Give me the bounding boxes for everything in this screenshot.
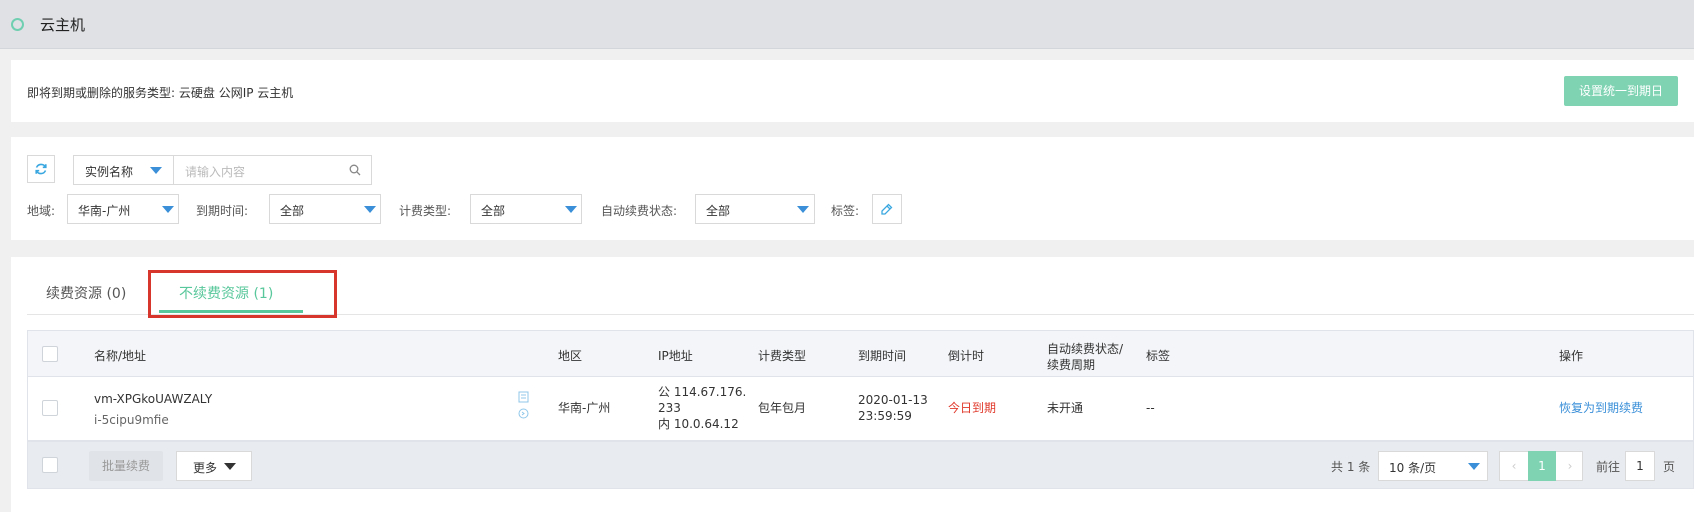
col-name: 名称/地址 [94,349,147,363]
chevron-down-icon [797,206,809,213]
page-size-value: 10 条/页 [1389,461,1437,475]
region-label: 地域: [27,204,56,218]
billing-select[interactable]: 全部 [470,194,582,224]
row-billing: 包年包月 [758,401,807,415]
col-expire: 到期时间 [858,349,907,363]
col-action: 操作 [1559,349,1584,363]
row-ip-public-line1: 公 114.67.176. [658,385,747,399]
row-ip-public-line2: 233 [658,401,681,415]
refresh-button[interactable] [27,155,55,183]
chevron-down-icon [162,206,174,213]
expire-label: 到期时间: [196,204,249,218]
col-ip: IP地址 [658,349,693,363]
billing-label: 计费类型: [399,204,452,218]
autorenew-label: 自动续费状态: [601,204,678,218]
batch-renew-button[interactable]: 批量续费 [89,451,163,481]
chevron-right-icon[interactable]: › [1556,452,1584,480]
notice-types: 云硬盘 公网IP 云主机 [178,86,294,100]
row-autorenew: 未开通 [1047,401,1084,415]
chevron-down-icon [565,206,577,213]
search-field-value: 实例名称 [85,165,134,179]
col-tag: 标签 [1146,349,1171,363]
region-select[interactable]: 华南-广州 [67,194,179,224]
search-field-select[interactable]: 实例名称 [73,155,174,185]
table-row: vm-XPGkoUAWZALY i-5cipu9mfie 华南-广州 公 114… [27,377,1694,441]
top-bar: 云主机 [0,0,1694,49]
row-region: 华南-广州 [558,401,611,415]
autorenew-select[interactable]: 全部 [695,194,815,224]
col-billing: 计费类型 [758,349,807,363]
total-count: 共 1 条 [1331,460,1371,474]
table-footer: 批量续费 更多 共 1 条 10 条/页 ‹ 1 › 前往 1 页 [27,441,1694,489]
expiring-notice: 即将到期或删除的服务类型: 云硬盘 公网IP 云主机 [27,84,293,101]
select-all-checkbox[interactable] [42,346,58,362]
row-expire-date: 2020-01-13 [858,393,928,407]
tab-renew-resources[interactable]: 续费资源 (0) [46,283,126,303]
row-expire-time: 23:59:59 [858,409,912,423]
refresh-icon [35,163,47,175]
set-unified-expiry-button[interactable]: 设置统一到期日 [1564,76,1678,106]
search-placeholder: 请输入内容 [185,165,246,179]
search-icon [349,164,361,176]
expire-select[interactable]: 全部 [269,194,381,224]
resource-list-panel: 续费资源 (0) 不续费资源 (1) 名称/地址 地区 IP地址 计费类型 到期… [11,257,1694,512]
table-header: 名称/地址 地区 IP地址 计费类型 到期时间 倒计时 自动续费状态/ 续费周期… [27,330,1694,377]
goto-label: 前往 [1596,460,1621,474]
row-checkbox[interactable] [42,400,58,416]
autorenew-select-value: 全部 [706,204,731,218]
col-countdown: 倒计时 [948,349,985,363]
region-select-value: 华南-广州 [78,204,131,218]
tag-edit-icon [881,203,893,215]
instance-id: i-5cipu9mfie [94,413,169,427]
row-tag: -- [1146,401,1155,415]
chevron-down-icon [150,167,162,174]
tag-label: 标签: [831,204,860,218]
col-autorenew-line2: 续费周期 [1047,358,1096,372]
row-ip-private: 内 10.0.64.12 [658,417,739,431]
col-region: 地区 [558,349,583,363]
highlight-box [148,270,337,318]
tag-filter-button[interactable] [872,194,902,224]
page-size-select[interactable]: 10 条/页 [1378,451,1488,481]
billing-select-value: 全部 [481,204,506,218]
copy-icon[interactable] [518,391,529,403]
page-unit-label: 页 [1663,460,1676,474]
goto-page-input[interactable]: 1 [1625,451,1655,481]
status-dot-icon [11,18,24,31]
chevron-down-icon [364,206,376,213]
col-autorenew-line1: 自动续费状态/ [1047,342,1124,356]
restore-renew-link[interactable]: 恢复为到期续费 [1559,400,1643,416]
filter-panel: 实例名称 请输入内容 地域: 华南-广州 到期时间: 全部 计费类型: 全部 自… [11,137,1694,240]
more-label: 更多 [193,461,218,475]
current-page-button[interactable]: 1 [1528,451,1556,481]
chevron-left-icon[interactable]: ‹ [1500,452,1528,480]
pagination: ‹ 1 › [1499,451,1583,481]
search-input[interactable]: 请输入内容 [173,155,372,185]
instance-name: vm-XPGkoUAWZALY [94,392,213,406]
console-icon[interactable] [518,408,529,419]
more-button[interactable]: 更多 [176,451,252,481]
expire-select-value: 全部 [280,204,305,218]
notice-label: 即将到期或删除的服务类型: [27,86,176,100]
expiring-notice-panel: 即将到期或删除的服务类型: 云硬盘 公网IP 云主机 设置统一到期日 [11,60,1694,122]
footer-select-all-checkbox[interactable] [42,457,58,473]
chevron-down-icon [1468,463,1480,470]
row-countdown: 今日到期 [948,401,997,415]
chevron-down-icon [224,463,236,470]
page-title: 云主机 [40,16,86,34]
